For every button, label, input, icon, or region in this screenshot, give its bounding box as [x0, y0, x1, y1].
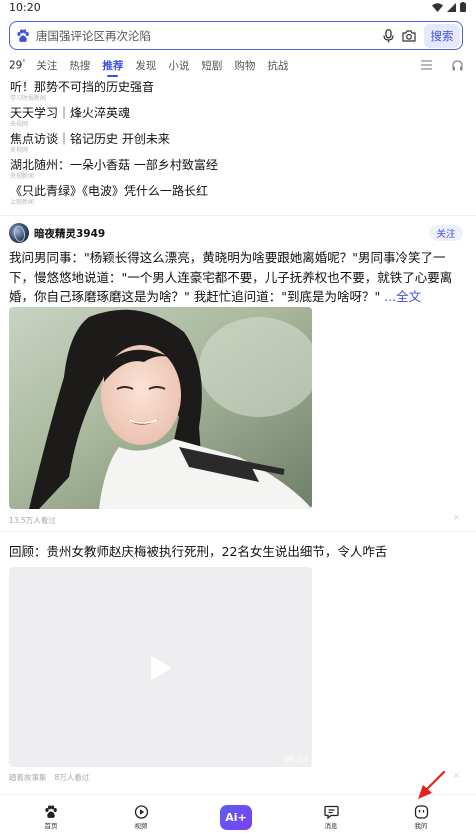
hot-news-item[interactable]: 《只此青绿》《电波》凭什么一路长红 上观新闻 [10, 184, 460, 210]
tab-shopping[interactable]: 购物 [234, 58, 255, 73]
section-divider [0, 215, 476, 216]
tab-follow[interactable]: 关注 [36, 58, 57, 73]
video-title[interactable]: 回顾：贵州女教师赵庆梅被执行死刑，22名女生说出细节，令人咋舌 [9, 543, 463, 560]
hot-news-title[interactable]: 焦点访谈｜铭记历史 开创未来 [10, 132, 460, 147]
dismiss-post-icon[interactable]: × [453, 513, 460, 522]
tab-novel[interactable]: 小说 [168, 58, 189, 73]
tab-recommend[interactable]: 推荐 [102, 58, 123, 77]
video-duration: 06:13 [284, 755, 308, 764]
red-arrow-annotation [418, 770, 446, 799]
status-bar: 10:20 [0, 0, 476, 14]
hot-news-source: 央视网 [10, 121, 29, 128]
nav-home[interactable]: 首页 [31, 805, 71, 830]
profile-icon [414, 805, 428, 819]
nav-mine-label: 我的 [414, 822, 428, 830]
hot-news-item[interactable]: 听！那势不可挡的历史强音 学习时报新闻 [10, 80, 460, 106]
temperature-value: 29 [9, 59, 23, 72]
post-author-row: 暗夜精灵3949 关注 [9, 223, 463, 243]
hot-news-source: 上观新闻 [10, 199, 35, 206]
temperature-unit: ° [22, 58, 26, 66]
status-time: 10:20 [9, 0, 41, 14]
read-more-link[interactable]: ...全文 [384, 289, 421, 304]
signal-icon [447, 2, 456, 12]
video-channel[interactable]: 踏着故事集 [9, 773, 47, 782]
nav-mine[interactable]: 我的 [401, 805, 441, 830]
tab-discover[interactable]: 发现 [135, 58, 156, 73]
tab-war[interactable]: 抗战 [267, 58, 288, 73]
play-icon[interactable] [150, 655, 172, 681]
section-divider [0, 531, 476, 532]
dismiss-video-icon[interactable]: × [453, 771, 460, 780]
nav-home-label: 首页 [44, 822, 58, 830]
hot-news-title[interactable]: 天天学习｜烽火淬英魂 [10, 106, 460, 121]
hot-news-item[interactable]: 天天学习｜烽火淬英魂 央视网 [10, 106, 460, 132]
hot-news-list: 听！那势不可挡的历史强音 学习时报新闻 天天学习｜烽火淬英魂 央视网 焦点访谈｜… [10, 80, 460, 210]
post-text[interactable]: 我问男同事："杨颖长得这么漂亮，黄晓明为啥要跟她离婚呢？"男同事冷笑了一下，慢悠… [9, 248, 463, 307]
video-meta: 踏着故事集 8万人看过 [9, 772, 89, 783]
wifi-icon [432, 2, 443, 12]
hot-news-title[interactable]: 《只此青绿》《电波》凭什么一路长红 [10, 184, 460, 199]
hot-news-source: 央视新闻 [10, 173, 35, 180]
tab-short-drama[interactable]: 短剧 [201, 58, 222, 73]
ai-assistant-button[interactable]: Ai+ [220, 805, 252, 830]
hot-news-title[interactable]: 听！那势不可挡的历史强音 [10, 80, 460, 95]
hot-news-item[interactable]: 湖北随州：一朵小香菇 一部乡村致富经 央视新闻 [10, 158, 460, 184]
message-icon [323, 805, 339, 819]
nav-messages[interactable]: 消息 [311, 805, 351, 830]
search-button[interactable]: 搜索 [424, 23, 460, 48]
bottom-nav: 首页 视频 Ai+ 消息 我的 [0, 794, 476, 833]
channel-tabs: 29° 关注 热搜 推荐 发现 小说 短剧 购物 抗战 [9, 56, 467, 77]
menu-icon[interactable] [421, 59, 432, 70]
nav-video-label: 视频 [134, 822, 148, 830]
status-icons [432, 2, 466, 12]
post-photo [9, 307, 312, 509]
home-paw-icon [45, 805, 57, 818]
hot-news-title[interactable]: 湖北随州：一朵小香菇 一部乡村致富经 [10, 158, 460, 173]
search-input[interactable]: 唐国强评论区再次沦陷 [36, 28, 383, 44]
baidu-paw-icon [10, 28, 36, 43]
headphones-icon[interactable] [452, 59, 463, 71]
author-name[interactable]: 暗夜精灵3949 [34, 226, 105, 241]
video-thumbnail[interactable]: 06:13 [9, 567, 312, 767]
post-image[interactable] [9, 307, 312, 509]
hot-news-source: 央视网 [10, 147, 29, 154]
weather-temperature[interactable]: 29° [9, 59, 25, 72]
follow-button[interactable]: 关注 [429, 225, 463, 241]
avatar[interactable] [9, 223, 29, 243]
camera-icon[interactable] [402, 29, 416, 42]
nav-messages-label: 消息 [324, 822, 338, 830]
video-view-count: 8万人看过 [54, 773, 90, 782]
nav-video[interactable]: 视频 [121, 805, 161, 830]
hot-news-source: 学习时报新闻 [10, 95, 47, 102]
post-view-count: 13.5万人看过 [9, 516, 56, 525]
tab-hot-search[interactable]: 热搜 [69, 58, 90, 73]
hot-news-item[interactable]: 焦点访谈｜铭记历史 开创未来 央视网 [10, 132, 460, 158]
battery-icon [460, 2, 466, 12]
microphone-icon[interactable] [383, 28, 394, 43]
search-bar[interactable]: 唐国强评论区再次沦陷 搜索 [9, 21, 463, 50]
video-play-icon [134, 805, 148, 819]
